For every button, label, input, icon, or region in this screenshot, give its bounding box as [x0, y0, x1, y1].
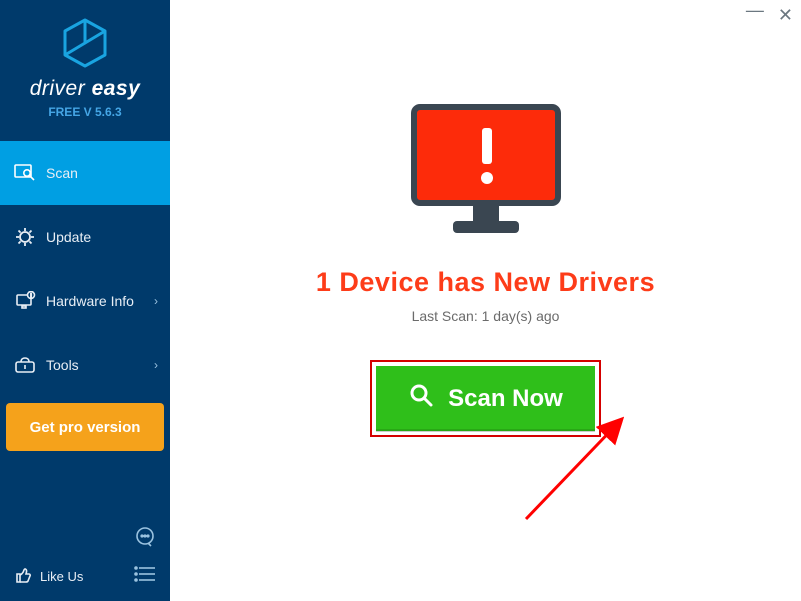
get-pro-label: Get pro version: [30, 419, 141, 436]
brand-name: driver easy: [0, 77, 170, 101]
version-label: FREE V 5.6.3: [0, 105, 170, 119]
headline: 1 Device has New Drivers: [170, 267, 801, 298]
menu-icon[interactable]: [134, 566, 156, 587]
annotation-arrow-icon: [520, 405, 640, 525]
hardware-icon: i: [14, 291, 36, 311]
logo-icon: [61, 18, 109, 73]
minimize-button[interactable]: —: [746, 1, 764, 19]
sidebar-item-tools[interactable]: Tools ›: [0, 333, 170, 397]
sidebar: driver easy FREE V 5.6.3 Scan: [0, 0, 170, 601]
sidebar-bottom: Like Us: [0, 556, 170, 601]
update-icon: [14, 227, 36, 247]
nav-label: Scan: [46, 165, 78, 181]
nav: Scan Update i: [0, 141, 170, 397]
app-window: driver easy FREE V 5.6.3 Scan: [0, 0, 801, 601]
search-icon: [408, 382, 434, 415]
sidebar-item-update[interactable]: Update: [0, 205, 170, 269]
nav-label: Tools: [46, 357, 79, 373]
close-button[interactable]: ✕: [778, 6, 793, 24]
scan-icon: [14, 164, 36, 182]
like-us-button[interactable]: Like Us: [14, 566, 83, 587]
like-us-label: Like Us: [40, 569, 83, 584]
logo-block: driver easy FREE V 5.6.3: [0, 0, 170, 129]
get-pro-button[interactable]: Get pro version: [6, 403, 164, 451]
thumbs-up-icon: [14, 566, 32, 587]
chat-icon[interactable]: [134, 526, 156, 553]
content: 1 Device has New Drivers Last Scan: 1 da…: [170, 0, 801, 437]
chevron-right-icon: ›: [154, 294, 158, 308]
nav-label: Hardware Info: [46, 293, 134, 309]
main-content: — ✕ 1 Device has New Drivers Last Scan: …: [170, 0, 801, 601]
window-controls: — ✕: [746, 6, 793, 24]
sidebar-item-scan[interactable]: Scan: [0, 141, 170, 205]
tools-icon: [14, 356, 36, 374]
nav-label: Update: [46, 229, 91, 245]
sidebar-item-hardware[interactable]: i Hardware Info ›: [0, 269, 170, 333]
monitor-alert-icon: [411, 104, 561, 241]
last-scan-label: Last Scan: 1 day(s) ago: [170, 308, 801, 324]
svg-text:i: i: [30, 293, 31, 299]
chevron-right-icon: ›: [154, 358, 158, 372]
